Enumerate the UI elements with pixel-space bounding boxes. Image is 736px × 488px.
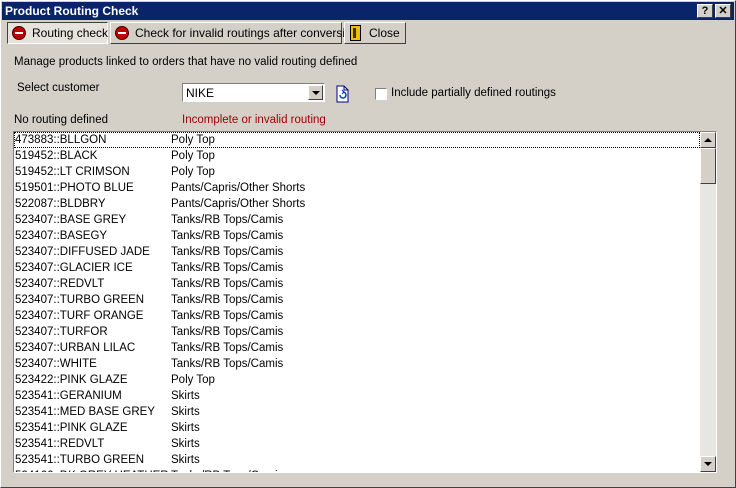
list-item[interactable]: 523407::URBAN LILAC Tanks/RB Tops/Camis <box>14 340 700 356</box>
no-routing-defined-label: No routing defined <box>14 114 108 126</box>
product-code: 523541::TURBO GREEN <box>15 454 145 466</box>
list-item[interactable]: 523407::BASEGY Tanks/RB Tops/Camis <box>14 228 700 244</box>
list-item[interactable]: 519501::PHOTO BLUE Pants/Capris/Other Sho… <box>14 180 700 196</box>
list-item[interactable]: 523407::REDVLT Tanks/RB Tops/Camis <box>14 276 700 292</box>
product-category: Skirts <box>171 406 200 418</box>
product-category: Skirts <box>171 390 200 402</box>
title-bar: Product Routing Check ? ✕ <box>2 2 734 20</box>
product-code: 523541::PINK GLAZE <box>15 422 128 434</box>
vertical-scrollbar[interactable] <box>700 132 716 472</box>
product-code: 523541::GERANIUM <box>15 390 122 402</box>
list-item[interactable]: 523422::PINK GLAZE Poly Top <box>14 372 700 388</box>
product-category: Tanks/RB Tops/Camis <box>171 310 284 322</box>
product-code: 523407::TURFOR <box>15 326 108 338</box>
list-item[interactable]: 523541::TURBO GREEN Skirts <box>14 452 700 468</box>
close-label: Close <box>369 26 400 40</box>
close-window-button[interactable]: ✕ <box>715 4 731 18</box>
list-item[interactable]: 473883::BLLGON Poly Top <box>14 132 700 148</box>
list-item[interactable]: 523407::TURBO GREEN Tanks/RB Tops/Camis <box>14 292 700 308</box>
list-item[interactable]: 523541::MED BASE GREY Skirts <box>14 404 700 420</box>
check-invalid-routings-button[interactable]: Check for invalid routings after convers… <box>110 22 358 44</box>
product-code: 524166::DK GREY HEATHER <box>15 468 169 472</box>
product-code: 523541::REDVLT <box>15 438 105 450</box>
product-list-rows: 473883::BLLGON Poly Top 519452::BLACK Poly … <box>14 132 700 472</box>
include-partial-label: Include partially defined routings <box>391 87 556 99</box>
list-item[interactable]: 523407::TURFOR Tanks/RB Tops/Camis <box>14 324 700 340</box>
product-code: 523407::TURBO GREEN <box>15 294 145 306</box>
list-item[interactable]: 524166::DK GREY HEATHERTanks/RB Tops/Cam… <box>14 468 700 472</box>
product-code: 523407::REDVLT <box>15 278 105 290</box>
product-category: Tanks/RB Tops/Camis <box>171 468 283 472</box>
product-code: 523407::BASEGY <box>15 230 108 242</box>
scroll-down-button[interactable] <box>700 456 716 472</box>
product-category: Tanks/RB Tops/Camis <box>171 230 284 242</box>
product-category: Tanks/RB Tops/Camis <box>171 342 284 354</box>
product-code: 519452::LT CRIMSON <box>15 166 130 178</box>
product-code: 523407::URBAN LILAC <box>15 342 136 354</box>
product-code: 523422::PINK GLAZE <box>15 374 128 386</box>
include-partial-checkbox[interactable] <box>375 88 387 100</box>
list-item[interactable]: 519452::BLACK Poly Top <box>14 148 700 164</box>
product-list[interactable]: 473883::BLLGON Poly Top 519452::BLACK Poly … <box>13 131 717 473</box>
scroll-up-button[interactable] <box>700 132 716 148</box>
refresh-icon[interactable] <box>334 85 350 103</box>
product-category: Tanks/RB Tops/Camis <box>171 246 284 258</box>
select-customer-label: Select customer <box>17 82 100 94</box>
list-item[interactable]: 523541::GERANIUM Skirts <box>14 388 700 404</box>
list-item[interactable]: 522087::BLDBRY Pants/Capris/Other Shorts <box>14 196 700 212</box>
stop-icon <box>115 26 129 40</box>
product-code: 522087::BLDBRY <box>15 198 106 210</box>
list-item[interactable]: 523541::PINK GLAZE Skirts <box>14 420 700 436</box>
chevron-down-icon[interactable] <box>308 85 323 100</box>
customer-select-value: NIKE <box>186 86 215 100</box>
product-code: 473883::BLLGON <box>15 134 107 146</box>
product-code: 523407::BASE GREY <box>15 214 127 226</box>
routing-check-label: Routing check <box>32 26 109 40</box>
product-routing-check-window: Product Routing Check ? ✕ Routing check … <box>0 0 736 488</box>
product-code: 519452::BLACK <box>15 150 98 162</box>
close-button[interactable]: Close <box>344 22 406 44</box>
product-code: 523407::TURF ORANGE <box>15 310 144 322</box>
product-code: 523407::WHITE <box>15 358 97 370</box>
list-item[interactable]: 523541::REDVLT Skirts <box>14 436 700 452</box>
scroll-thumb[interactable] <box>700 148 716 184</box>
product-code: 523407::DIFFUSED JADE <box>15 246 150 258</box>
list-item[interactable]: 519452::LT CRIMSON Poly Top <box>14 164 700 180</box>
product-category: Skirts <box>171 438 200 450</box>
product-category: Poly Top <box>171 166 215 178</box>
help-button[interactable]: ? <box>697 4 713 18</box>
product-category: Tanks/RB Tops/Camis <box>171 262 284 274</box>
exit-door-icon <box>350 25 361 41</box>
product-category: Skirts <box>171 422 200 434</box>
product-category: Tanks/RB Tops/Camis <box>171 294 284 306</box>
product-code: 523407::GLACIER ICE <box>15 262 133 274</box>
list-item[interactable]: 523407::DIFFUSED JADE Tanks/RB Tops/Camis <box>14 244 700 260</box>
product-category: Pants/Capris/Other Shorts <box>171 182 306 194</box>
list-item[interactable]: 523407::BASE GREY Tanks/RB Tops/Camis <box>14 212 700 228</box>
product-category: Poly Top <box>171 134 215 146</box>
window-title: Product Routing Check <box>5 4 139 18</box>
product-category: Tanks/RB Tops/Camis <box>171 326 284 338</box>
product-category: Tanks/RB Tops/Camis <box>171 214 284 226</box>
list-item[interactable]: 523407::WHITE Tanks/RB Tops/Camis <box>14 356 700 372</box>
product-code: 523541::MED BASE GREY <box>15 406 155 418</box>
customer-select[interactable]: NIKE <box>182 83 325 102</box>
product-category: Poly Top <box>171 150 215 162</box>
stop-icon <box>12 26 26 40</box>
list-item[interactable]: 523407::GLACIER ICE Tanks/RB Tops/Camis <box>14 260 700 276</box>
product-category: Tanks/RB Tops/Camis <box>171 278 284 290</box>
product-category: Pants/Capris/Other Shorts <box>171 198 306 210</box>
routing-check-button[interactable]: Routing check <box>7 22 108 44</box>
product-category: Poly Top <box>171 374 215 386</box>
check-invalid-routings-label: Check for invalid routings after convers… <box>135 26 359 40</box>
description-text: Manage products linked to orders that ha… <box>14 56 358 68</box>
product-code: 519501::PHOTO BLUE <box>15 182 134 194</box>
list-item[interactable]: 523407::TURF ORANGE Tanks/RB Tops/Camis <box>14 308 700 324</box>
product-category: Tanks/RB Tops/Camis <box>171 358 284 370</box>
incomplete-routing-label: Incomplete or invalid routing <box>182 114 326 126</box>
product-category: Skirts <box>171 454 200 466</box>
